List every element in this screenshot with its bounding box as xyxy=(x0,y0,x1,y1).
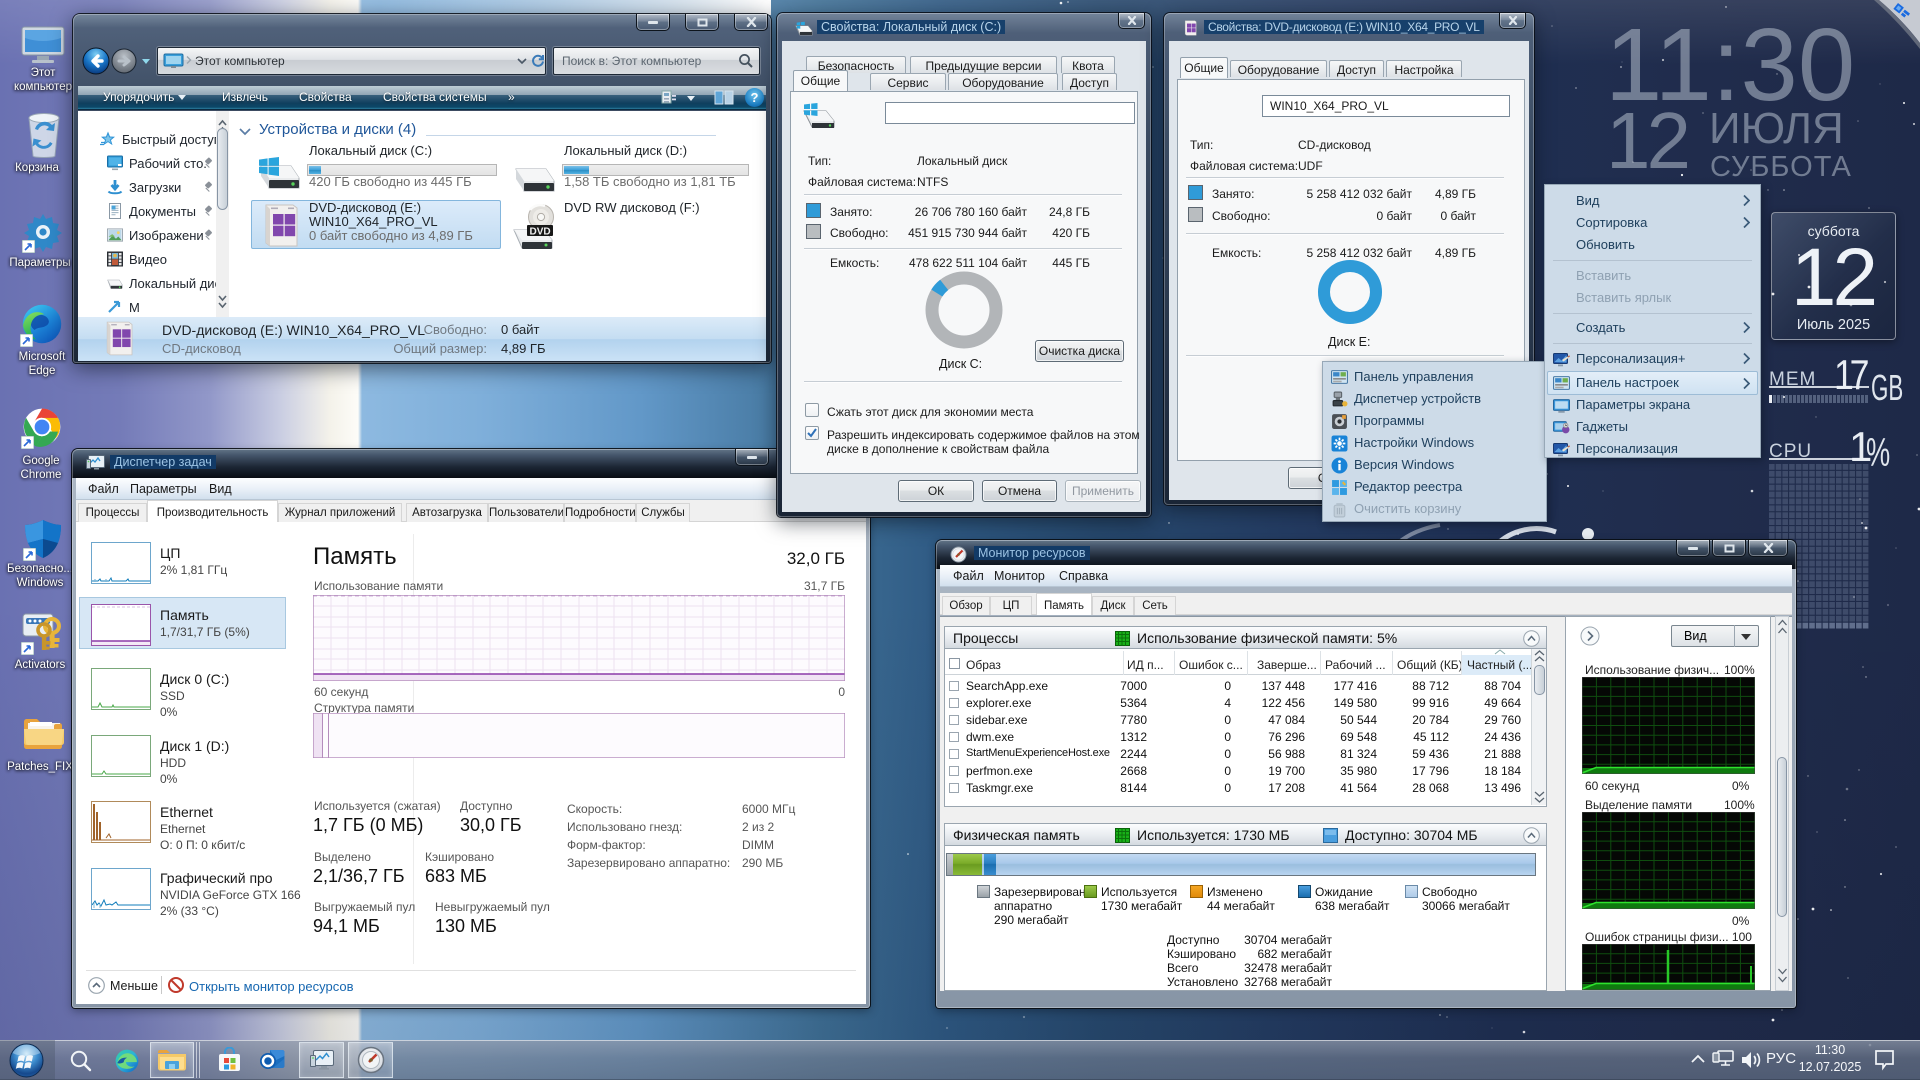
svg-text:DVD: DVD xyxy=(530,227,551,238)
